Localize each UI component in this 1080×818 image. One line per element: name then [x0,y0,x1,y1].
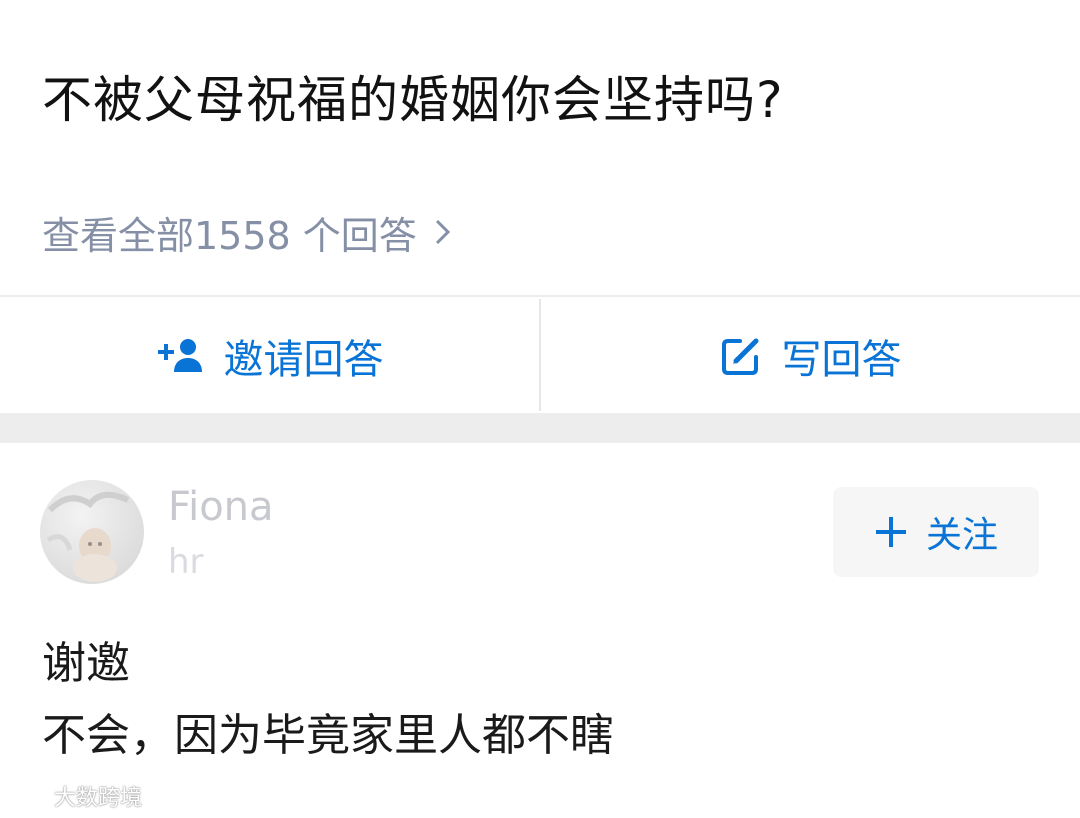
add-person-icon [156,336,204,376]
invite-answer-label: 邀请回答 [223,337,384,383]
avatar[interactable] [40,480,144,584]
watermark-text: 大数跨境 [54,786,143,811]
author-name[interactable]: Fiona [168,482,274,532]
watermark-logo-icon [8,785,48,807]
answer-content: 谢邀 不会，因为毕竟家里人都不瞎 [42,628,614,772]
invite-answer-button[interactable]: 邀请回答 [0,297,539,415]
follow-button[interactable]: 关注 [833,487,1039,577]
write-answer-label: 写回答 [781,337,902,383]
view-all-answers-label: 查看全部1558 个回答 [42,214,417,258]
chevron-right-icon [433,206,453,266]
plus-icon [874,515,908,549]
edit-icon [720,335,762,377]
section-divider [0,413,1080,443]
answer-line: 谢邀 [42,638,130,689]
follow-label: 关注 [925,515,998,556]
answer-line: 不会，因为毕竟家里人都不瞎 [42,710,614,761]
view-all-answers-link[interactable]: 查看全部1558 个回答 [42,206,453,266]
action-bar: 邀请回答 写回答 [0,295,1080,415]
write-answer-button[interactable]: 写回答 [541,297,1080,415]
question-title: 不被父母祝福的婚姻你会坚持吗? [42,71,784,129]
watermark: 大数跨境 [8,780,142,812]
author-headline: hr [168,542,204,582]
